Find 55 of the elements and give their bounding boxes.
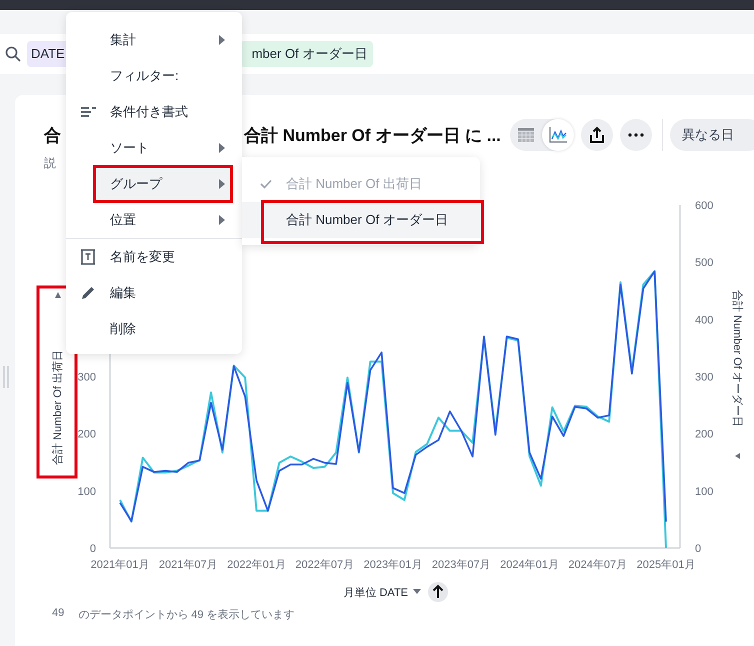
x-tick-label: 2023年01月 bbox=[364, 559, 422, 571]
menu-item[interactable]: 位置 bbox=[66, 202, 242, 238]
x-axis-title[interactable]: 月単位 DATE bbox=[343, 587, 408, 599]
data-point-summary: のデータポイントから 49 を表示しています bbox=[78, 608, 295, 622]
more-button[interactable] bbox=[620, 119, 652, 151]
data-point-count: 49 bbox=[52, 607, 64, 621]
view-toggle-option[interactable] bbox=[542, 119, 574, 151]
search-icon bbox=[5, 46, 21, 62]
y-tick-label: 100 bbox=[78, 486, 96, 498]
caret-icon[interactable] bbox=[413, 589, 421, 594]
y-tick-label: 200 bbox=[78, 428, 96, 441]
x-tick-label: 2022年07月 bbox=[295, 559, 354, 571]
menu-item[interactable]: 条件付き書式 bbox=[66, 94, 242, 130]
y-tick-label: 200 bbox=[695, 428, 714, 441]
filter-button[interactable]: 異なる日 bbox=[670, 119, 754, 151]
line-chart-icon bbox=[548, 126, 568, 144]
menu-item[interactable]: 編集 bbox=[66, 275, 242, 311]
y-tick-label: 300 bbox=[78, 372, 96, 384]
x-tick-label: 2025年01月 bbox=[636, 559, 696, 571]
menu-item[interactable]: 削除 bbox=[66, 311, 242, 347]
y-tick-label: 500 bbox=[695, 257, 714, 270]
share-button[interactable] bbox=[580, 119, 613, 151]
y-axis-title[interactable]: 合計 Number Of オーダー日 bbox=[731, 290, 743, 427]
y-tick-label: 400 bbox=[695, 314, 714, 326]
x-tick-label: 2023年07月 bbox=[432, 559, 491, 571]
share-icon bbox=[588, 126, 605, 144]
x-tick-label: 2021年01月 bbox=[90, 559, 150, 571]
y-tick-label: 100 bbox=[695, 486, 714, 498]
y-axis-title[interactable]: 合計 Number Of 出荷日 bbox=[52, 350, 64, 465]
sort-button[interactable] bbox=[428, 582, 448, 602]
more-icon bbox=[628, 133, 644, 137]
caret-icon[interactable] bbox=[55, 292, 61, 298]
rename-icon bbox=[80, 249, 96, 265]
caret-icon[interactable] bbox=[735, 453, 740, 459]
search-token[interactable]: mber Of オーダー日 bbox=[240, 41, 374, 67]
chart-title: 合計 Number Of オーダー日 に ... bbox=[244, 124, 501, 146]
y-tick-label: 600 bbox=[695, 200, 714, 212]
format-lines-icon bbox=[80, 106, 96, 118]
menu-item[interactable]: グループ bbox=[93, 166, 233, 202]
drag-handle-icon[interactable] bbox=[3, 366, 9, 388]
x-tick-label: 2021年07月 bbox=[158, 559, 218, 571]
x-tick-label: 2022年01月 bbox=[227, 559, 286, 571]
y-tick-label: 0 bbox=[695, 543, 702, 555]
x-tick-label: 2024年07月 bbox=[568, 559, 628, 571]
y-tick-label: 300 bbox=[695, 372, 714, 384]
menu-item[interactable]: 名前を変更 bbox=[66, 239, 242, 275]
check-icon bbox=[260, 179, 272, 189]
chart-title: 合 bbox=[44, 124, 61, 146]
table-icon bbox=[516, 127, 535, 143]
menu-item[interactable]: ソート bbox=[66, 130, 242, 166]
y-tick-label: 0 bbox=[90, 543, 96, 555]
x-tick-label: 2024年01月 bbox=[500, 559, 559, 571]
menu-item[interactable]: 合計 Number Of オーダー日 bbox=[242, 202, 480, 238]
pencil-icon bbox=[80, 285, 96, 301]
chart-description: 説 bbox=[44, 156, 57, 170]
